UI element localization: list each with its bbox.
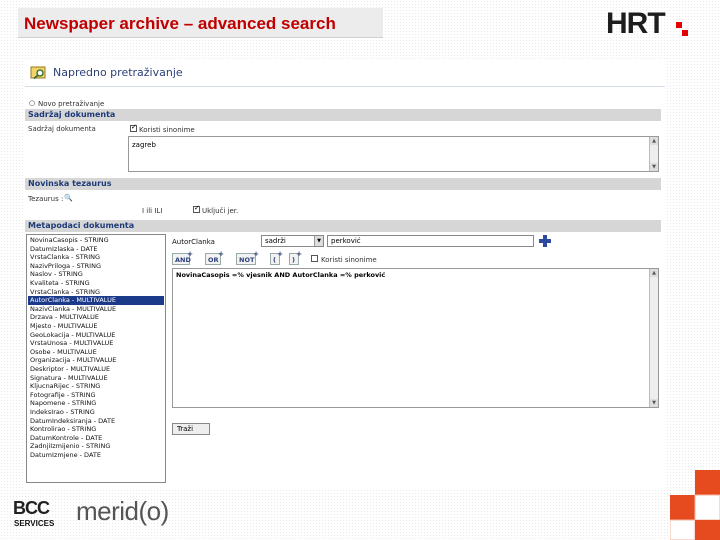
new-search-label[interactable]: Novo pretraživanje bbox=[38, 100, 104, 108]
close-paren-button[interactable]: ) + bbox=[289, 250, 302, 265]
use-synonyms-checkbox[interactable] bbox=[130, 123, 137, 132]
selected-field-label: AutorClanka bbox=[172, 238, 215, 246]
list-item[interactable]: Drzava - MULTIVALUE bbox=[28, 313, 164, 322]
operator-select[interactable]: sadrži ▼ bbox=[261, 235, 324, 247]
query-scrollbar[interactable]: ▲ ▼ bbox=[649, 269, 658, 407]
list-item[interactable]: DatumIzmjene - DATE bbox=[28, 451, 164, 460]
scroll-up-icon[interactable]: ▲ bbox=[650, 269, 658, 277]
metadata-value-text: perković bbox=[331, 237, 361, 245]
section-header-metadata: Metapodaci dokumenta bbox=[25, 220, 661, 232]
list-item[interactable]: VrstaClanka - STRING bbox=[28, 253, 164, 262]
scroll-down-icon[interactable]: ▼ bbox=[650, 163, 658, 171]
new-search-radio-icon[interactable]: ○ bbox=[29, 99, 35, 107]
hrt-logo-text: HRT bbox=[606, 7, 666, 40]
list-item[interactable]: NovinaCasopis - STRING bbox=[28, 236, 164, 245]
meridio-logo-text: merid(o) bbox=[76, 496, 169, 526]
metadata-synonyms-label: Koristi sinonime bbox=[321, 256, 377, 264]
list-item[interactable]: NazivClanka - MULTIVALUE bbox=[28, 305, 164, 314]
scroll-down-icon[interactable]: ▼ bbox=[650, 399, 658, 407]
list-item[interactable]: Mjesto - MULTIVALUE bbox=[28, 322, 164, 331]
content-field-label: Sadržaj dokumenta bbox=[28, 125, 96, 133]
metadata-query-text: NovinaCasopis =% vjesnik AND AutorClanka… bbox=[176, 271, 386, 279]
section-title: Sadržaj dokumenta bbox=[28, 110, 116, 119]
logo-red-square bbox=[682, 30, 688, 36]
list-item[interactable]: KljucnaRijec - STRING bbox=[28, 382, 164, 391]
list-item[interactable]: Osobe - MULTIVALUE bbox=[28, 348, 164, 357]
or-operator-button[interactable]: OR + bbox=[205, 250, 224, 265]
include-hierarchy-checkbox[interactable] bbox=[193, 204, 200, 213]
section-header-content: Sadržaj dokumenta bbox=[25, 109, 661, 121]
list-item[interactable]: Naslov - STRING bbox=[28, 270, 164, 279]
thesaurus-field-label: Tezaurus : bbox=[28, 195, 64, 203]
and-operator-button[interactable]: AND + bbox=[172, 250, 193, 265]
app-header: Napredno pretraživanje bbox=[25, 60, 665, 87]
hrt-logo: HRT bbox=[606, 7, 688, 40]
bcc-logo-text: BCC bbox=[13, 498, 50, 518]
list-item[interactable]: DatumIndeksiranja - DATE bbox=[28, 417, 164, 426]
slide-title: Newspaper archive – advanced search bbox=[24, 14, 336, 33]
metadata-query-textarea[interactable]: NovinaCasopis =% vjesnik AND AutorClanka… bbox=[172, 268, 659, 408]
page-title: Napredno pretraživanje bbox=[53, 66, 183, 79]
chevron-down-icon[interactable]: ▼ bbox=[314, 236, 323, 246]
not-operator-button[interactable]: NOT + bbox=[236, 250, 259, 265]
metadata-synonyms-checkbox[interactable] bbox=[311, 255, 318, 262]
slide-title-banner: Newspaper archive – advanced search bbox=[18, 8, 383, 38]
list-item[interactable]: DatumIzlaska - DATE bbox=[28, 245, 164, 254]
list-item[interactable]: Kvaliteta - STRING bbox=[28, 279, 164, 288]
list-item[interactable]: Signatura - MULTIVALUE bbox=[28, 374, 164, 383]
content-query-textarea[interactable]: zagreb ▲ ▼ bbox=[128, 136, 659, 172]
list-item[interactable]: Deskriptor - MULTIVALUE bbox=[28, 365, 164, 374]
list-item[interactable]: IndeksIrao - STRING bbox=[28, 408, 164, 417]
scroll-up-icon[interactable]: ▲ bbox=[650, 137, 658, 145]
content-query-text: zagreb bbox=[132, 141, 156, 149]
metadata-value-input[interactable]: perković bbox=[327, 235, 534, 247]
list-item[interactable]: DatumKontrole - DATE bbox=[28, 434, 164, 443]
include-hierarchy-label: Uključi jer. bbox=[202, 207, 239, 215]
operator-value: sadrži bbox=[265, 237, 286, 245]
open-paren-button[interactable]: (+ bbox=[270, 250, 283, 265]
search-app-screenshot: Napredno pretraživanje ○ Novo pretraživa… bbox=[25, 60, 665, 488]
add-condition-icon[interactable] bbox=[538, 234, 552, 248]
search-folder-icon bbox=[30, 66, 46, 80]
list-item[interactable]: Fotografije - STRING bbox=[28, 391, 164, 400]
services-text: SERVICES bbox=[14, 519, 55, 528]
list-item[interactable]: GeoLokacija - MULTIVALUE bbox=[28, 331, 164, 340]
list-item[interactable]: ZadnjiIzmijenio - STRING bbox=[28, 442, 164, 451]
list-item-selected[interactable]: AutorClanka - MULTIVALUE bbox=[28, 296, 164, 305]
list-item[interactable]: NazivPriloga - STRING bbox=[28, 262, 164, 271]
list-item[interactable]: Organizacija - MULTIVALUE bbox=[28, 356, 164, 365]
bcc-services-logo: BCC SERVICES bbox=[13, 499, 73, 529]
list-item[interactable]: Napomene - STRING bbox=[28, 399, 164, 408]
list-item[interactable]: VrstaClanka - STRING bbox=[28, 288, 164, 297]
textarea-scrollbar[interactable]: ▲ ▼ bbox=[649, 137, 658, 171]
use-synonyms-label: Koristi sinonime bbox=[139, 126, 195, 134]
logo-red-square bbox=[676, 22, 682, 28]
section-title: Metapodaci dokumenta bbox=[28, 221, 135, 230]
section-header-thesaurus: Novinska tezaurus bbox=[25, 178, 661, 190]
list-item[interactable]: VrstaUnosa - MULTIVALUE bbox=[28, 339, 164, 348]
thesaurus-mode-radio[interactable]: I ili ILI bbox=[142, 207, 162, 215]
meridio-logo: merid(o) bbox=[76, 494, 176, 530]
metadata-field-list[interactable]: NovinaCasopis - STRING DatumIzlaska - DA… bbox=[26, 234, 166, 483]
search-button[interactable]: Traži bbox=[172, 423, 210, 435]
list-item[interactable]: Kontrolirao - STRING bbox=[28, 425, 164, 434]
thesaurus-search-icon[interactable]: 🔍 bbox=[64, 194, 73, 202]
section-title: Novinska tezaurus bbox=[28, 179, 112, 188]
corner-decoration bbox=[670, 470, 720, 540]
